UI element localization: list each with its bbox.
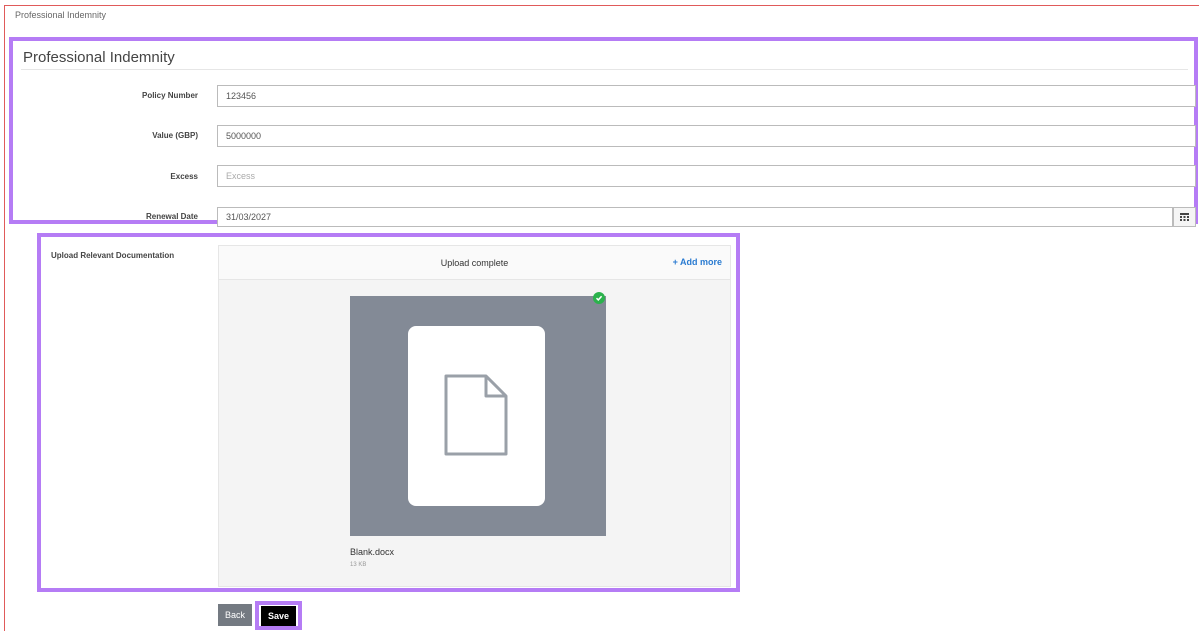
renewal-date-label: Renewal Date	[145, 212, 198, 221]
renewal-date-input[interactable]	[217, 207, 1173, 227]
file-thumbnail[interactable]	[350, 296, 606, 536]
section-divider	[21, 69, 1188, 70]
calendar-icon	[1180, 213, 1189, 221]
upload-status-bar: Upload complete + Add more	[219, 246, 730, 280]
renewal-date-picker	[217, 207, 1196, 227]
save-button[interactable]: Save	[261, 606, 296, 626]
upload-dropzone[interactable]: Upload complete + Add more Blank.docx 13…	[218, 245, 731, 587]
add-more-link[interactable]: + Add more	[673, 257, 722, 267]
section-title: Professional Indemnity	[23, 49, 175, 66]
policy-number-input[interactable]	[217, 85, 1196, 107]
value-gbp-label: Value (GBP)	[152, 131, 198, 140]
value-gbp-input[interactable]	[217, 125, 1196, 147]
file-preview-card	[408, 326, 545, 506]
excess-label: Excess	[170, 172, 198, 181]
back-button[interactable]: Back	[218, 604, 252, 626]
indemnity-section: Professional Indemnity Policy Number Val…	[9, 37, 1198, 227]
upload-status: Upload complete	[440, 258, 509, 268]
document-icon	[444, 374, 508, 456]
file-size: 13 KB	[350, 562, 367, 568]
check-circle-icon	[593, 292, 605, 304]
upload-section: Upload Relevant Documentation Upload com…	[37, 233, 740, 592]
policy-number-label: Policy Number	[141, 91, 198, 100]
calendar-button[interactable]	[1173, 207, 1196, 227]
excess-input[interactable]	[217, 165, 1196, 187]
file-name: Blank.docx	[350, 547, 395, 557]
breadcrumb[interactable]: Professional Indemnity	[15, 10, 106, 20]
upload-label: Upload Relevant Documentation	[51, 251, 175, 260]
